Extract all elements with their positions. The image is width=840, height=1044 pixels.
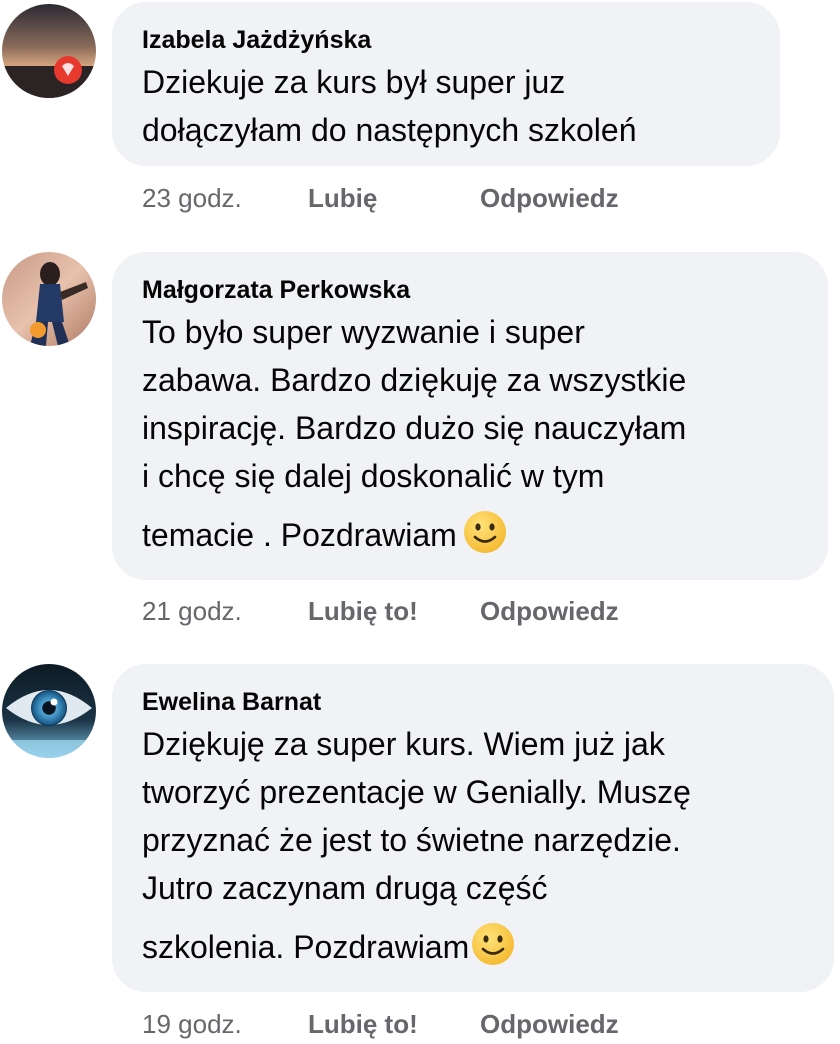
comment-meta: 23 godz. Lubię Odpowiedz xyxy=(142,182,619,214)
comment-text-line: temacie . Pozdrawiam xyxy=(142,510,798,559)
comment-text-line: szkolenia. Pozdrawiam xyxy=(142,922,804,971)
comment-text-line: dołączyłam do następnych szkoleń xyxy=(142,112,637,148)
comment-bubble: Ewelina Barnat Dziękuję za super kurs. W… xyxy=(112,664,834,992)
comment-text-line: Dziękuję za super kurs. Wiem już jak xyxy=(142,726,665,762)
comment-text-line: inspirację. Bardzo dużo się nauczyłam xyxy=(142,410,687,446)
reply-button[interactable]: Odpowiedz xyxy=(480,182,619,214)
comment-meta: 19 godz. Lubię to! Odpowiedz xyxy=(142,1008,619,1040)
comment-text: To było super wyzwanie i super zabawa. B… xyxy=(142,308,798,559)
comment-text-line: Jutro zaczynam drugą część xyxy=(142,870,548,906)
comment-timestamp[interactable]: 23 godz. xyxy=(142,182,308,214)
avatar[interactable] xyxy=(2,252,96,346)
comment-timestamp[interactable]: 19 godz. xyxy=(142,1008,308,1040)
comment-bubble: Izabela Jażdżyńska Dziekuje za kurs był … xyxy=(112,2,780,166)
comment-text: Dziekuje za kurs był super juz dołączyła… xyxy=(142,58,750,154)
comment-text-line: przyznać że jest to świetne narzędzie. xyxy=(142,822,681,858)
comment-text-fragment: temacie . Pozdrawiam xyxy=(142,517,457,553)
comment-text-line: To było super wyzwanie i super xyxy=(142,314,585,350)
comment-timestamp[interactable]: 21 godz. xyxy=(142,595,308,627)
comment-text-fragment: szkolenia. Pozdrawiam xyxy=(142,929,470,965)
profile-photo-icon xyxy=(2,664,96,758)
comment-bubble: Małgorzata Perkowska To było super wyzwa… xyxy=(112,252,828,580)
comment-author[interactable]: Izabela Jażdżyńska xyxy=(142,24,750,56)
comment-text-line: zabawa. Bardzo dziękuję za wszystkie xyxy=(142,362,687,398)
like-button[interactable]: Lubię to! xyxy=(308,1008,480,1040)
reply-button[interactable]: Odpowiedz xyxy=(480,595,619,627)
comment-text-line: i chcę się dalej doskonalić w tym xyxy=(142,458,605,494)
reply-button[interactable]: Odpowiedz xyxy=(480,1008,619,1040)
smiling-face-icon xyxy=(471,922,515,966)
comment-text-line: Dziekuje za kurs był super juz xyxy=(142,64,566,100)
comment-author[interactable]: Ewelina Barnat xyxy=(142,686,804,718)
avatar[interactable] xyxy=(2,4,96,98)
like-button[interactable]: Lubię xyxy=(308,182,480,214)
smiling-face-icon xyxy=(463,510,507,554)
like-button[interactable]: Lubię to! xyxy=(308,595,480,627)
profile-photo-icon xyxy=(2,252,96,346)
comment-author[interactable]: Małgorzata Perkowska xyxy=(142,274,798,306)
avatar[interactable] xyxy=(2,664,96,758)
comment-text: Dziękuję za super kurs. Wiem już jak two… xyxy=(142,720,804,971)
profile-photo-icon xyxy=(2,4,96,98)
comment-text-line: tworzyć prezentacje w Genially. Muszę xyxy=(142,774,691,810)
comment-meta: 21 godz. Lubię to! Odpowiedz xyxy=(142,595,619,627)
